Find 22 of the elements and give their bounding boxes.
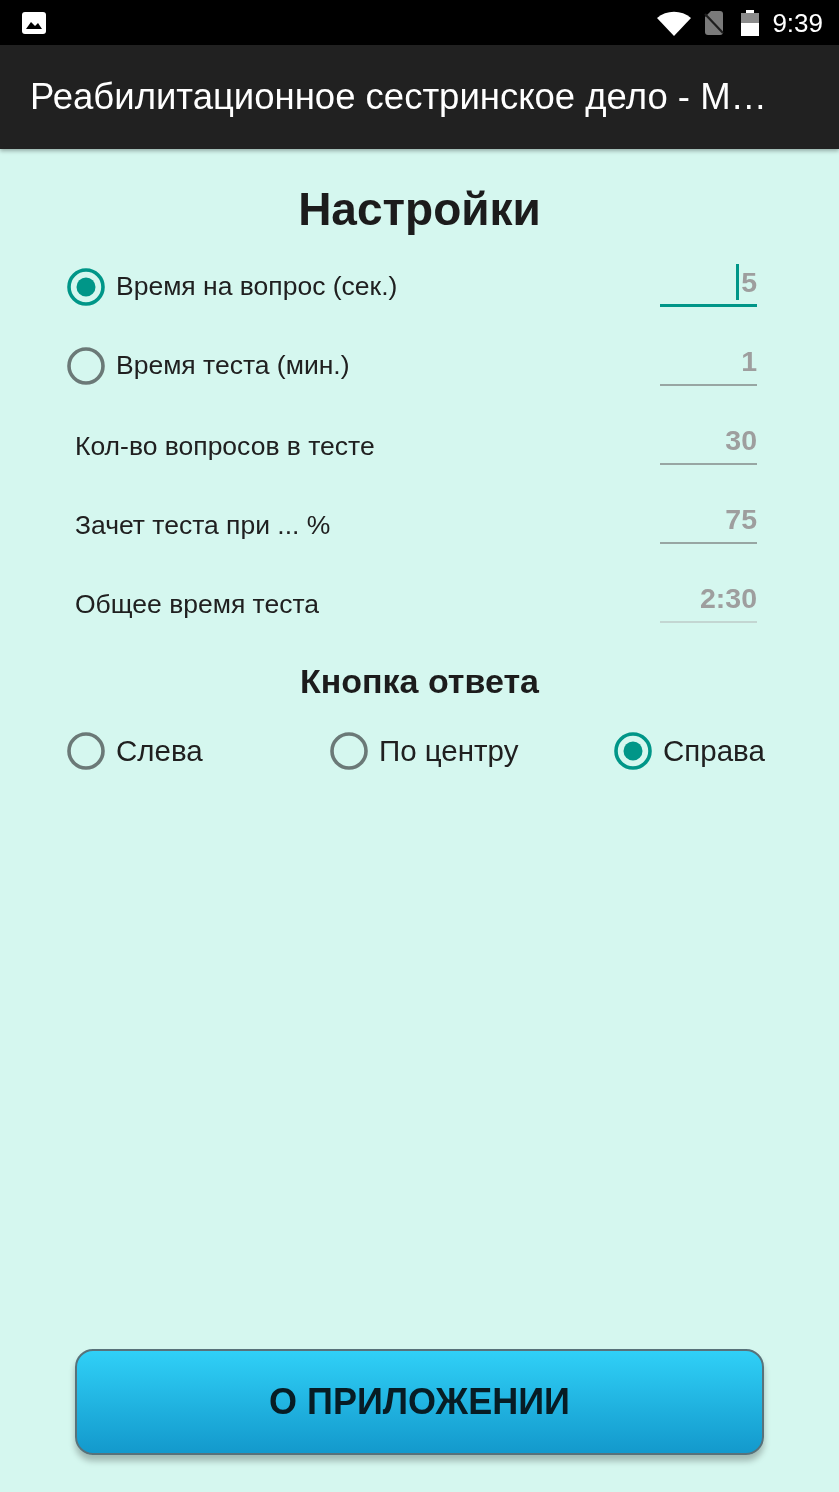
setting-label: Общее время теста (75, 588, 320, 619)
image-icon (22, 11, 46, 34)
settings-heading: Настройки (298, 183, 541, 235)
input-field: 2:30 (660, 576, 757, 623)
no-sim-icon (703, 9, 726, 36)
app-title: Реабилитационное сестринское дело - М… (30, 75, 768, 119)
radio-option[interactable]: Слева (67, 732, 203, 770)
wifi-icon (657, 9, 692, 36)
input-field[interactable]: 1 (660, 339, 757, 386)
clock-time: 9:39 (772, 7, 823, 38)
setting-label: Кол-во вопросов в тесте (75, 430, 375, 461)
radio-option[interactable]: Время теста (мин.) (67, 346, 350, 385)
section-heading: Кнопка ответа (300, 662, 539, 700)
input-field[interactable]: 75 (660, 497, 757, 544)
about-button[interactable]: О ПРИЛОЖЕНИИ (75, 1349, 764, 1455)
setting-label: Зачет теста при ... % (75, 509, 331, 540)
radio-option[interactable]: По центру (330, 732, 519, 770)
input-field[interactable]: 30 (660, 418, 757, 465)
radio-option[interactable]: Время на вопрос (сек.) (67, 267, 398, 306)
text-cursor-icon (736, 263, 740, 300)
battery-icon (741, 9, 760, 36)
radio-option[interactable]: Справа (614, 732, 765, 770)
